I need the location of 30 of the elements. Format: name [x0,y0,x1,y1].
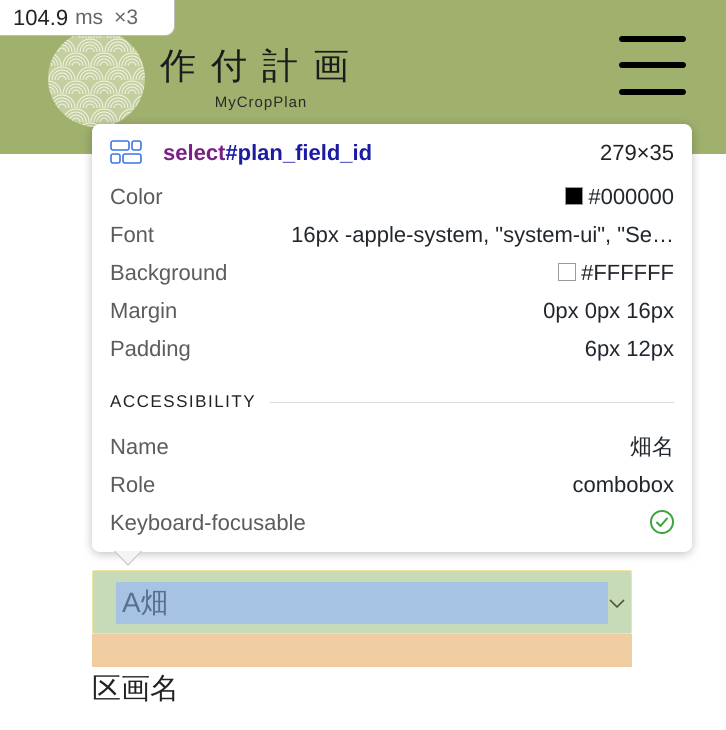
property-value: 畑名 [630,432,674,460]
property-label: Role [110,470,156,498]
layout-grid-icon [110,140,142,164]
section-heading: ACCESSIBILITY [110,391,256,414]
chevron-down-icon [609,599,625,609]
property-label: Font [110,220,154,248]
element-selector: select#plan_field_id [163,138,372,167]
property-label: Color [110,182,163,210]
field-label: 区画名 [92,673,179,705]
select-value: A畑 [122,587,169,619]
app-subtitle: MyCropPlan [214,94,308,112]
property-label: Margin [110,296,178,325]
element-size: 279×35 [600,138,674,166]
frame-time-unit: ms [75,4,104,31]
property-label: Keyboard-focusable [110,508,306,537]
menu-button[interactable] [619,35,686,95]
app-title: 作付計画 [159,46,364,86]
property-value: combobox [572,470,674,498]
property-label: Padding [110,334,191,363]
property-value: #000000 [588,182,674,210]
property-value: #FFFFFF [581,258,674,286]
repeat-count: ×3 [114,4,138,31]
property-label: Name [110,432,169,460]
property-value: 0px 0px 16px [543,296,674,325]
frame-time-value: 104.9 [13,4,68,32]
property-label: Background [110,258,228,287]
property-value: 16px -apple-system, "system-ui", "Se… [291,220,674,249]
field-select[interactable]: A畑 [92,570,632,634]
menu-icon [619,35,686,95]
property-value: 6px 12px [584,334,674,363]
